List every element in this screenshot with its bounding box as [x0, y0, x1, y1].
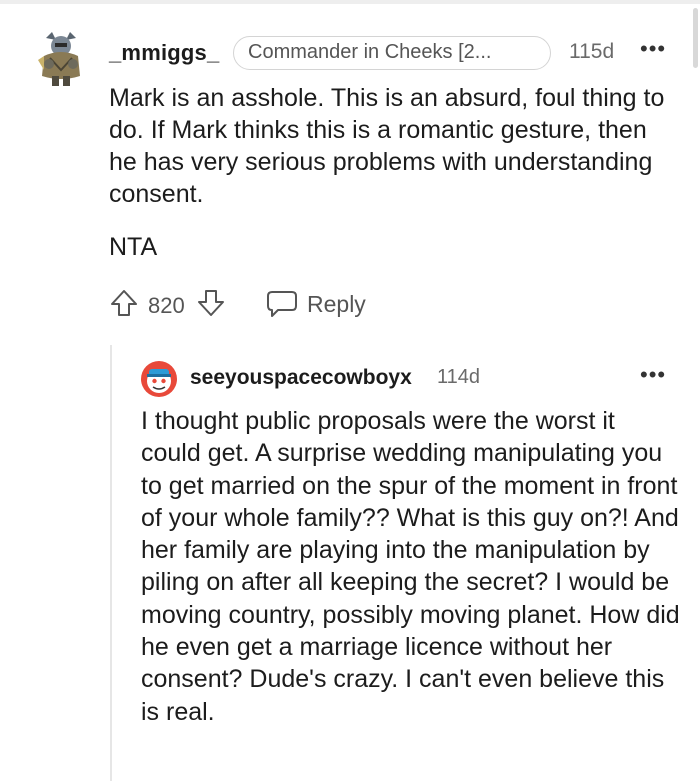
- thread-line[interactable]: [110, 345, 112, 781]
- top-divider: [0, 0, 700, 4]
- comment-paragraph: NTA: [109, 233, 158, 261]
- user-flair: Commander in Cheeks [2...: [233, 36, 551, 70]
- reply-text: I thought public proposals were the wors…: [141, 407, 680, 726]
- vote-score: 820: [148, 293, 185, 318]
- reply-age: 114d: [437, 366, 481, 388]
- comment-actions: 820 Reply: [109, 284, 409, 324]
- snoo-avatar[interactable]: [140, 360, 178, 398]
- comment-age: 115d: [569, 40, 615, 63]
- reply-bubble-icon[interactable]: [266, 288, 298, 318]
- reply-body: I thought public proposals were the wors…: [141, 405, 681, 728]
- comment-paragraph: Mark is an asshole. This is an absurd, f…: [109, 84, 665, 208]
- downvote-arrow-icon[interactable]: [196, 288, 226, 318]
- more-options-icon[interactable]: •••: [640, 362, 666, 388]
- user-avatar[interactable]: [36, 30, 86, 88]
- comment-body: Mark is an asshole. This is an absurd, f…: [109, 82, 669, 284]
- comment-author[interactable]: _mmiggs_: [109, 40, 219, 66]
- more-options-icon[interactable]: •••: [640, 36, 666, 62]
- scrollbar[interactable]: [693, 8, 698, 68]
- reply-author[interactable]: seeyouspacecowboyx: [190, 366, 412, 390]
- upvote-arrow-icon[interactable]: [109, 288, 139, 318]
- reply-button[interactable]: Reply: [307, 291, 366, 318]
